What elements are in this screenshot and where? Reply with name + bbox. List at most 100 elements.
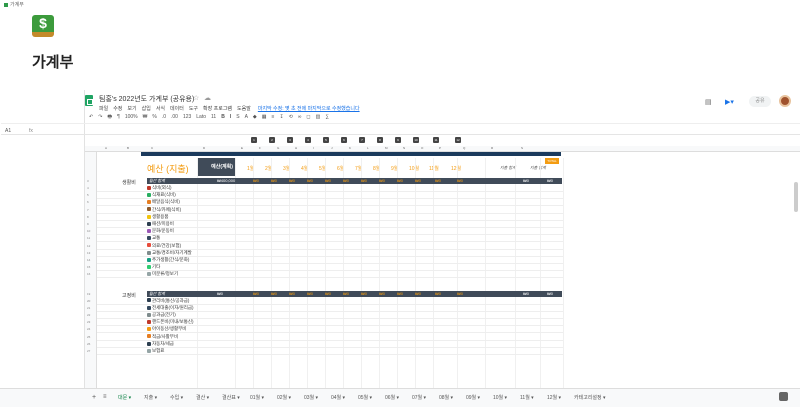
tab-0[interactable]: 대문 ▾ [118, 394, 131, 401]
group-toggle-11[interactable]: 11 [433, 137, 439, 143]
toolbar-item-10[interactable]: Lato [196, 114, 206, 120]
group-toggle-9[interactable]: 9 [395, 137, 401, 143]
tab-7[interactable]: 03월 ▾ [304, 394, 318, 401]
menu-item-2[interactable]: 보기 [127, 106, 136, 112]
tab-6[interactable]: 02월 ▾ [277, 394, 291, 401]
cell-reference[interactable]: A1 [5, 128, 11, 134]
tab-14[interactable]: 10월 ▾ [493, 394, 507, 401]
toolbar-item-14[interactable]: S [236, 114, 239, 120]
menu-item-3[interactable]: 삽입 [142, 106, 151, 112]
toolbar-item-16[interactable]: ◆ [253, 114, 257, 120]
tab-4[interactable]: 결산표 ▾ [222, 394, 240, 401]
column-header-Q[interactable]: Q [463, 146, 465, 150]
menu-item-1[interactable]: 수정 [113, 106, 122, 112]
meet-icon[interactable]: ▶▾ [725, 98, 734, 106]
menu-item-8[interactable]: 도움말 [237, 106, 251, 112]
column-header-R[interactable]: R [491, 146, 493, 150]
column-header-F[interactable]: F [259, 146, 261, 150]
grid-column-line [253, 158, 254, 392]
tab-3[interactable]: 결산 ▾ [196, 394, 209, 401]
star-icon[interactable]: ☆ [193, 94, 199, 102]
group-toggle-8[interactable]: 8 [377, 137, 383, 143]
column-header-P[interactable]: P [439, 146, 441, 150]
tab-8[interactable]: 04월 ▾ [331, 394, 345, 401]
toolbar-item-1[interactable]: ↷ [98, 114, 102, 120]
toolbar-item-3[interactable]: ¶ [117, 114, 120, 120]
toolbar-item-4[interactable]: 100% [125, 114, 138, 120]
toolbar-item-22[interactable]: ◻ [306, 114, 310, 120]
toolbar-item-15[interactable]: A [245, 114, 248, 120]
column-header-H[interactable]: H [295, 146, 297, 150]
column-header-S[interactable]: S [521, 146, 523, 150]
tab-2[interactable]: 수입 ▾ [170, 394, 183, 401]
column-header-O[interactable]: O [421, 146, 423, 150]
toolbar-item-11[interactable]: 11 [211, 114, 216, 120]
group-toggle-12[interactable]: 12 [455, 137, 461, 143]
column-header-L[interactable]: L [367, 146, 369, 150]
sheets-logo-icon[interactable] [85, 95, 93, 106]
group-toggle-4[interactable]: 4 [305, 137, 311, 143]
column-header-N[interactable]: N [403, 146, 405, 150]
toolbar-item-20[interactable]: ⟲ [289, 114, 293, 120]
tab-12[interactable]: 08월 ▾ [439, 394, 453, 401]
column-header-G[interactable]: G [277, 146, 279, 150]
share-button[interactable]: 공유 [749, 96, 771, 107]
column-header-I[interactable]: I [313, 146, 314, 150]
toolbar-item-12[interactable]: B [221, 114, 225, 120]
tab-10[interactable]: 06월 ▾ [385, 394, 399, 401]
toolbar-item-23[interactable]: ▥ [316, 114, 321, 120]
breadcrumb-label[interactable]: 가계부 [10, 2, 24, 8]
explore-icon[interactable] [779, 392, 788, 401]
toolbar-item-9[interactable]: 123 [183, 114, 191, 120]
toolbar-item-5[interactable]: ₩ [143, 114, 148, 120]
toolbar-item-19[interactable]: ↧ [279, 114, 283, 120]
toolbar-item-24[interactable]: ∑ [325, 114, 329, 120]
group-toggle-3[interactable]: 3 [287, 137, 293, 143]
column-header-K[interactable]: K [349, 146, 351, 150]
document-title[interactable]: 팀홍's 2022년도 가계부 (공유용) [99, 94, 194, 104]
tab-16[interactable]: 12월 ▾ [547, 394, 561, 401]
toolbar-item-2[interactable]: 🖶 [107, 114, 112, 120]
toolbar-item-17[interactable]: ▦ [262, 114, 267, 120]
comment-icon[interactable]: ▤ [705, 98, 712, 106]
group-toggle-6[interactable]: 6 [341, 137, 347, 143]
menu-item-7[interactable]: 확장 프로그램 [203, 106, 232, 112]
tab-17[interactable]: 카테고리설정 ▾ [574, 394, 606, 401]
menu-item-4[interactable]: 서식 [156, 106, 165, 112]
column-header-J[interactable]: J [331, 146, 333, 150]
toolbar-item-13[interactable]: I [230, 114, 231, 120]
column-header-A[interactable]: A [105, 146, 107, 150]
saved-status[interactable]: 마지막 수정: 몇 초 전에 마지막으로 수정했습니다 [258, 106, 360, 112]
column-header-C[interactable]: C [151, 146, 153, 150]
tab-15[interactable]: 11월 ▾ [520, 394, 534, 401]
column-header-M[interactable]: M [385, 146, 388, 150]
toolbar-item-8[interactable]: .00 [171, 114, 178, 120]
line-item-label: 아이동산/생활부비 [152, 326, 187, 332]
group-toggle-7[interactable]: 7 [359, 137, 365, 143]
tab-9[interactable]: 05월 ▾ [358, 394, 372, 401]
menu-item-0[interactable]: 파일 [99, 106, 108, 112]
tab-11[interactable]: 07월 ▾ [412, 394, 426, 401]
tab-5[interactable]: 01월 ▾ [250, 394, 264, 401]
sheet-grid[interactable]: A B C D E F G H I J K L M N O P Q R S 예산 (지출) 예산(계획) TOTAL… [85, 136, 800, 392]
vertical-scrollbar[interactable] [794, 182, 798, 212]
toolbar-item-21[interactable]: ∞ [298, 114, 302, 120]
tab-1[interactable]: 지출 ▾ [144, 394, 157, 401]
column-header-E[interactable]: E [241, 146, 243, 150]
toolbar-item-18[interactable]: ≡ [272, 114, 275, 120]
column-header-B[interactable]: B [127, 146, 129, 150]
menu-item-5[interactable]: 데이터 [170, 106, 184, 112]
group-toggle-2[interactable]: 2 [269, 137, 275, 143]
avatar[interactable] [779, 95, 791, 107]
group-toggle-5[interactable]: 5 [323, 137, 329, 143]
add-sheet-icon[interactable]: + [92, 394, 96, 401]
menu-item-6[interactable]: 도구 [189, 106, 198, 112]
toolbar-item-7[interactable]: .0 [162, 114, 166, 120]
toolbar-item-0[interactable]: ↶ [89, 114, 93, 120]
all-sheets-icon[interactable]: ≡ [103, 394, 107, 400]
group-toggle-1[interactable]: 1 [251, 137, 257, 143]
group-toggle-10[interactable]: 10 [413, 137, 419, 143]
column-header-D[interactable]: D [203, 146, 205, 150]
tab-13[interactable]: 09월 ▾ [466, 394, 480, 401]
toolbar-item-6[interactable]: % [152, 114, 156, 120]
